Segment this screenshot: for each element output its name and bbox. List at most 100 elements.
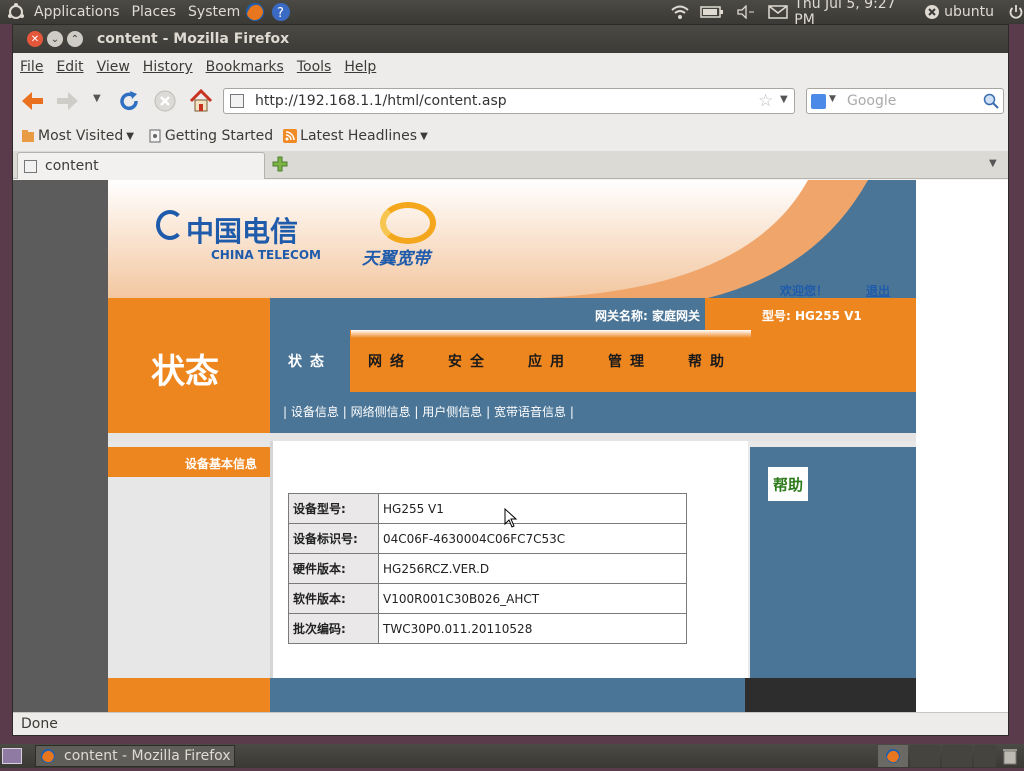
applications-menu[interactable]: Applications [34, 4, 120, 20]
site-identity-icon[interactable] [230, 94, 244, 108]
bookmark-star-icon[interactable]: ☆ [758, 91, 773, 111]
search-input[interactable]: Google [847, 93, 896, 109]
places-menu[interactable]: Places [132, 4, 177, 20]
bookmark-most-visited[interactable]: Most Visited ▼ [21, 128, 134, 144]
nav-tab-network[interactable]: 网络 [350, 330, 430, 392]
power-icon[interactable] [1008, 0, 1024, 24]
battery-icon[interactable] [700, 0, 724, 24]
info-panel: 设备型号: HG255 V1 设备标识号: 04C06F-4630004C06FC7… [270, 441, 748, 678]
svg-text:?: ? [277, 6, 284, 21]
web-content: 中国电信 CHINA TELECOM 天翼宽带 欢迎您！ 退出 状态 网关名称:… [13, 180, 1008, 712]
workspace-1[interactable] [878, 745, 908, 767]
table-row: 批次编码: TWC30P0.011.20110528 [288, 613, 687, 644]
footer-left [108, 678, 270, 712]
new-tab-icon[interactable] [271, 155, 289, 177]
ubuntu-logo-icon[interactable] [6, 0, 26, 24]
page-right-margin [916, 180, 1008, 712]
gateway-name: 网关名称: 家庭网关 [595, 309, 700, 323]
nav-tab-security[interactable]: 安全 [430, 330, 510, 392]
tab-bar: content ▼ [13, 151, 1008, 179]
user-icon[interactable] [924, 0, 940, 24]
google-engine-icon[interactable] [811, 94, 826, 109]
firefox-launcher-icon[interactable] [244, 0, 266, 24]
table-row: 设备型号: HG255 V1 [288, 493, 687, 524]
divider-strip [108, 433, 916, 441]
nav-tab-help[interactable]: 帮助 [670, 330, 750, 392]
table-row: 软件版本: V100R001C30B026_AHCT [288, 583, 687, 614]
nav-tab-management[interactable]: 管理 [590, 330, 670, 392]
bookmark-getting-started[interactable]: Getting Started [148, 128, 273, 144]
stop-icon[interactable] [153, 89, 177, 117]
subnav-voice[interactable]: 宽带语音信息 [494, 405, 566, 419]
firefox-window: ✕ ⌄ ⌃ content - Mozilla Firefox File Edi… [12, 24, 1009, 736]
menu-edit[interactable]: Edit [56, 59, 83, 75]
workspace-2[interactable] [910, 745, 940, 767]
wifi-icon[interactable] [670, 0, 690, 24]
engine-dropdown-icon[interactable]: ▼ [829, 94, 836, 104]
menu-help[interactable]: Help [344, 59, 376, 75]
nav-tab-status[interactable]: 状态 [270, 330, 350, 392]
china-telecom-logo-icon [156, 210, 184, 240]
tianyi-logo-icon [380, 202, 436, 244]
menu-bar: File Edit View History Bookmarks Tools H… [13, 53, 1008, 81]
menu-tools[interactable]: Tools [297, 59, 332, 75]
table-row: 硬件版本: HG256RCZ.VER.D [288, 553, 687, 584]
forward-icon[interactable] [55, 89, 79, 117]
folder-icon [22, 130, 34, 142]
model-info-block: 型号: HG255 V1 [705, 298, 916, 330]
footer-right [745, 678, 916, 712]
router-header-banner: 中国电信 CHINA TELECOM 天翼宽带 欢迎您！ 退出 [108, 180, 916, 298]
top-panel: Applications Places System ? Thu Jul 5, … [0, 0, 1024, 28]
rss-icon [283, 129, 298, 143]
model-label: 型号: HG255 V1 [762, 309, 862, 323]
window-title: content - Mozilla Firefox [97, 31, 290, 47]
search-icon[interactable] [983, 93, 999, 113]
taskbar-firefox-item[interactable]: content - Mozilla Firefox [35, 745, 235, 767]
sidebar-item-device-basic-info[interactable]: 设备基本信息 [108, 447, 275, 477]
user-name[interactable]: ubuntu [944, 4, 994, 20]
tab-content[interactable]: content [17, 152, 265, 179]
brand2-text: 天翼宽带 [362, 249, 430, 269]
status-text: Done [21, 716, 58, 732]
subnav-network-side[interactable]: 网络侧信息 [351, 405, 411, 419]
logout-link[interactable]: 退出 [866, 282, 890, 298]
menu-file[interactable]: File [20, 59, 43, 75]
search-box[interactable]: ▼ Google [806, 88, 1004, 114]
reload-icon[interactable] [117, 89, 141, 117]
workspace-4[interactable] [974, 745, 996, 767]
page-favicon-icon [24, 159, 37, 173]
trash-icon[interactable] [1002, 747, 1018, 769]
device-info-table: 设备型号: HG255 V1 设备标识号: 04C06F-4630004C06FC7… [288, 493, 687, 644]
sub-nav-bar: | 设备信息 | 网络侧信息 | 用户侧信息 | 宽带语音信息 | [270, 392, 916, 433]
navigation-toolbar: ▼ http://192.168.1.1/html/content.asp ☆ … [13, 81, 1008, 121]
minimize-window-button[interactable]: ⌄ [47, 31, 63, 47]
firefox-icon [41, 749, 55, 763]
menu-bookmarks[interactable]: Bookmarks [206, 59, 284, 75]
system-menu[interactable]: System [188, 4, 240, 20]
mouse-cursor-icon [504, 507, 518, 532]
subnav-device-info[interactable]: 设备信息 [291, 405, 339, 419]
menu-history[interactable]: History [143, 59, 193, 75]
close-window-button[interactable]: ✕ [27, 31, 43, 47]
url-bar[interactable]: http://192.168.1.1/html/content.asp ☆ ▼ [223, 88, 795, 114]
help-button[interactable]: 帮助 [768, 467, 808, 501]
bookmark-latest-headlines[interactable]: Latest Headlines ▼ [283, 128, 428, 144]
page-icon [149, 129, 161, 143]
maximize-window-button[interactable]: ⌃ [67, 31, 83, 47]
section-title-block: 状态 [108, 298, 270, 433]
home-icon[interactable] [188, 88, 214, 118]
bottom-panel: content - Mozilla Firefox [0, 744, 1024, 768]
menu-view[interactable]: View [97, 59, 130, 75]
tab-list-icon[interactable]: ▼ [989, 158, 997, 169]
show-desktop-icon[interactable] [2, 748, 22, 764]
nav-tab-application[interactable]: 应用 [510, 330, 590, 392]
url-dropdown-icon[interactable]: ▼ [780, 94, 788, 105]
subnav-user-side[interactable]: 用户侧信息 [422, 405, 482, 419]
back-icon[interactable] [21, 89, 45, 117]
url-text[interactable]: http://192.168.1.1/html/content.asp [255, 93, 507, 109]
volume-icon[interactable] [736, 0, 756, 24]
history-dropdown-icon[interactable]: ▼ [93, 93, 101, 104]
help-launcher-icon[interactable]: ? [270, 0, 292, 24]
workspace-3[interactable] [942, 745, 972, 767]
mail-icon[interactable] [768, 0, 789, 24]
